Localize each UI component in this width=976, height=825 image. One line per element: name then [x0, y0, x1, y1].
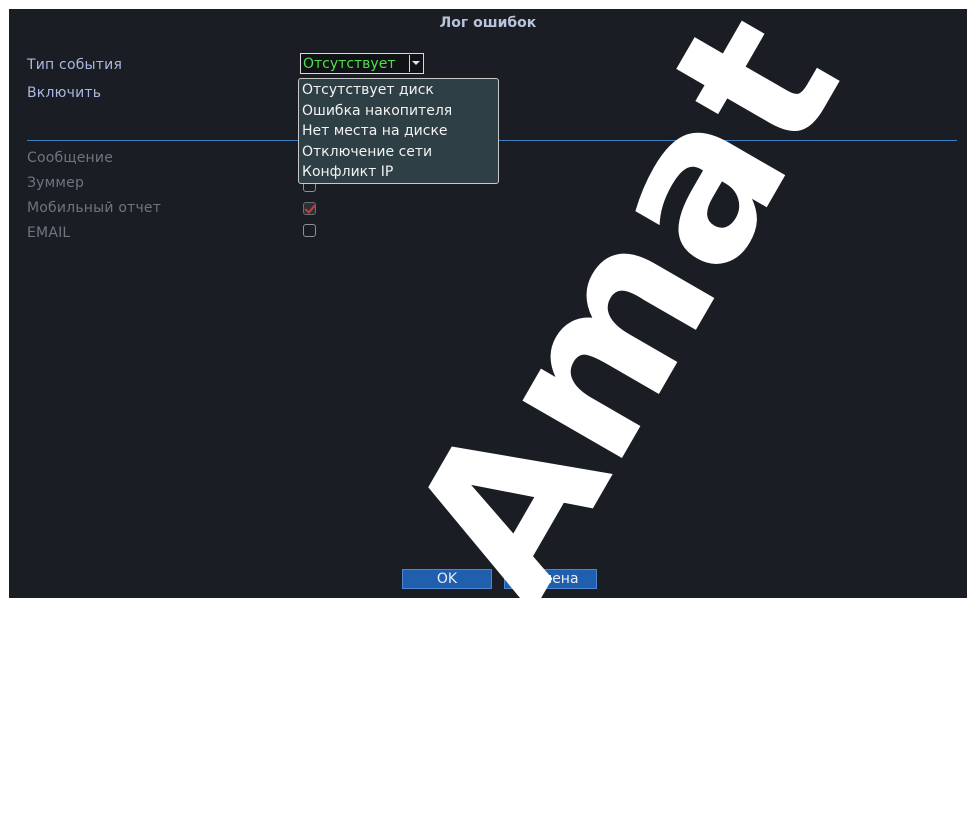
- dropdown-option[interactable]: Конфликт IP: [301, 162, 496, 183]
- mobile-report-checkbox[interactable]: [303, 202, 316, 215]
- event-type-selected-value: Отсутствует: [303, 56, 396, 72]
- screen: Лог ошибок Тип события Отсутствует Включ…: [0, 0, 976, 639]
- event-type-select[interactable]: Отсутствует: [300, 53, 424, 74]
- action-label-message: Сообщение: [27, 150, 114, 166]
- event-type-dropdown-list: Отсутствует диск Ошибка накопителя Нет м…: [298, 78, 499, 184]
- action-label-buzzer: Зуммер: [27, 175, 85, 191]
- email-checkbox[interactable]: [303, 224, 316, 237]
- cancel-button[interactable]: Отмена: [504, 569, 597, 589]
- dropdown-option[interactable]: Отсутствует диск: [301, 80, 496, 101]
- dropdown-arrow-icon[interactable]: [409, 55, 422, 72]
- dropdown-option[interactable]: Отключение сети: [301, 142, 496, 163]
- dialog-title: Лог ошибок: [439, 15, 537, 31]
- action-label-email: EMAIL: [27, 225, 71, 241]
- ok-button[interactable]: OK: [402, 569, 492, 589]
- enable-label: Включить: [27, 85, 102, 101]
- event-type-label: Тип события: [27, 57, 123, 73]
- action-label-mobile-report: Мобильный отчет: [27, 200, 162, 216]
- dropdown-option[interactable]: Ошибка накопителя: [301, 101, 496, 122]
- dropdown-option[interactable]: Нет места на диске: [301, 121, 496, 142]
- error-log-dialog: Лог ошибок Тип события Отсутствует Включ…: [9, 9, 967, 598]
